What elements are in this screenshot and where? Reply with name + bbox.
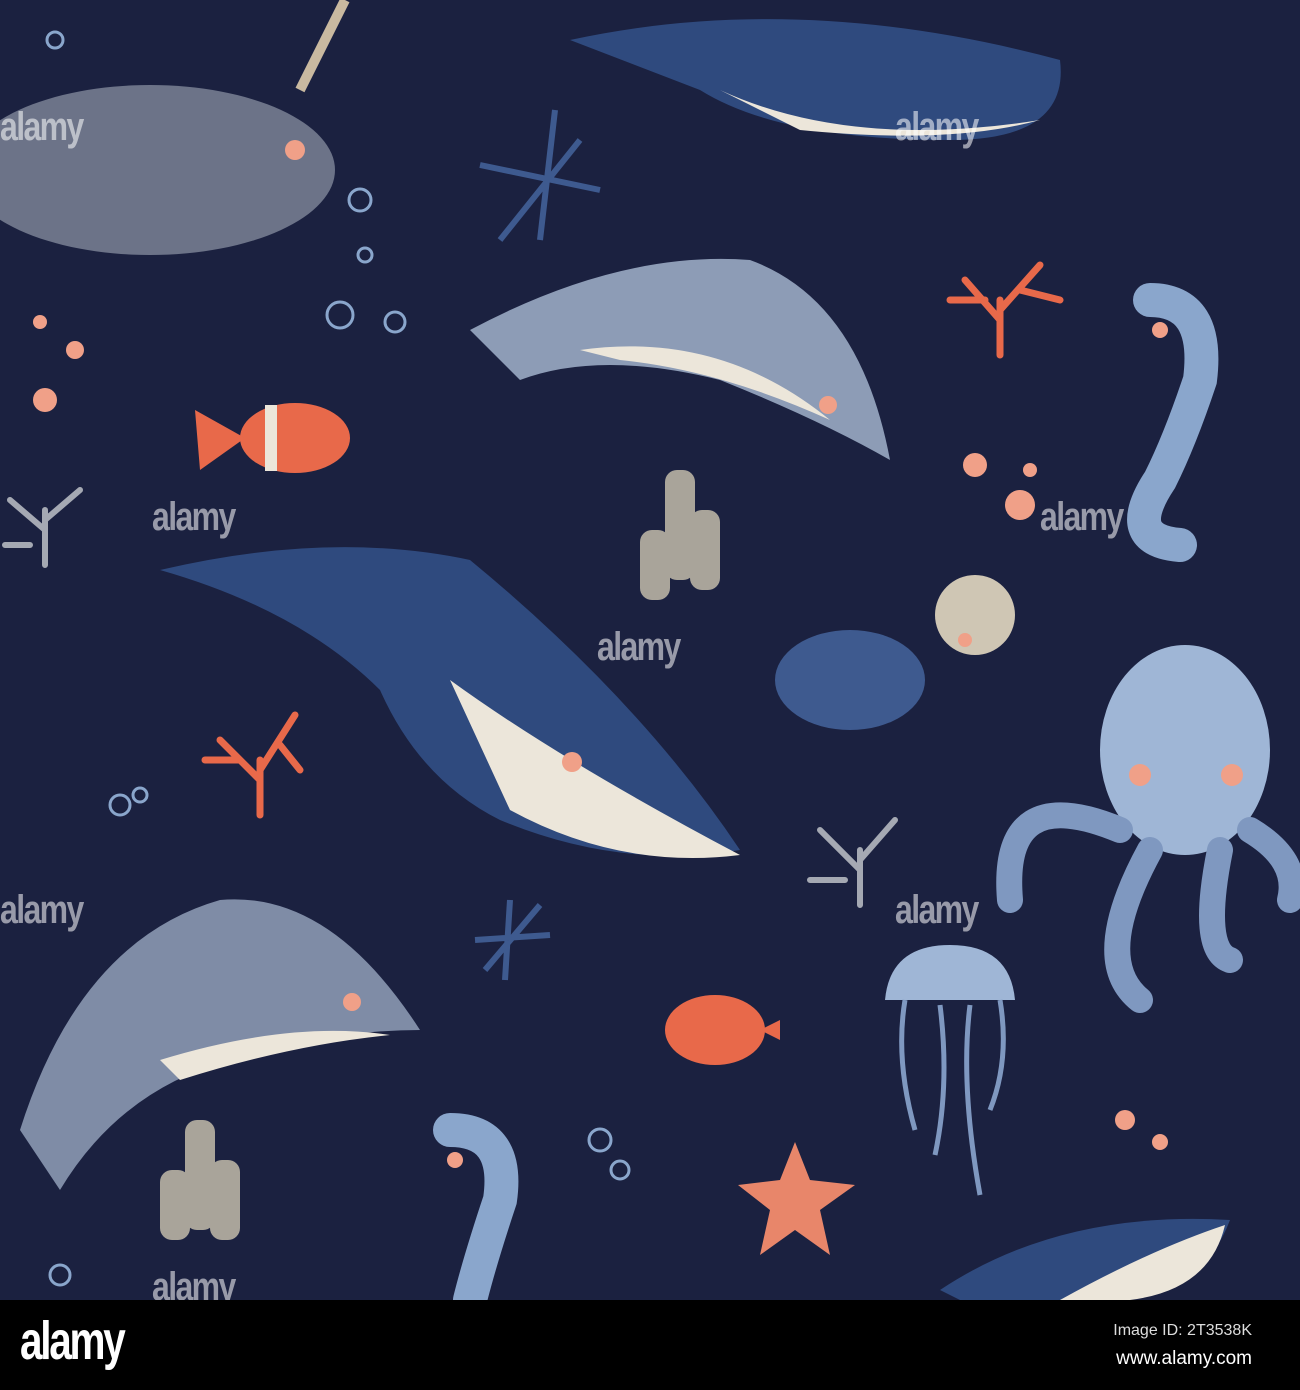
dolphin xyxy=(20,899,420,1190)
watermark: alamy xyxy=(152,495,236,539)
watermark: alamy xyxy=(152,1265,236,1300)
jellyfish xyxy=(885,945,1015,1196)
octopus xyxy=(996,645,1300,1013)
blue-whale-bottom xyxy=(940,1218,1230,1300)
watermark: alamy xyxy=(1040,495,1124,539)
sea-turtle xyxy=(775,575,1015,730)
watermark: alamy xyxy=(0,888,84,932)
watermark: alamy xyxy=(0,105,84,149)
watermark: alamy xyxy=(895,105,979,149)
butterfly-fish xyxy=(665,995,780,1065)
starfish xyxy=(474,109,601,981)
alamy-logo: alamy xyxy=(20,1311,126,1371)
blue-whale-top xyxy=(570,19,1061,140)
ocean-pattern-illustration: alamy alamy alamy alamy alamy alamy alam… xyxy=(0,0,1300,1300)
image-id: Image ID: 2T3538K xyxy=(1113,1322,1252,1339)
watermark: alamy xyxy=(895,888,979,932)
footer-bar: alamy Image ID: 2T3538K www.alamy.com xyxy=(0,1300,1300,1390)
seahorse xyxy=(1127,283,1219,562)
dolphin xyxy=(470,258,890,460)
watermark: alamy xyxy=(597,625,681,669)
orange-starfish xyxy=(738,1142,855,1255)
seahorse xyxy=(433,1113,519,1300)
clownfish xyxy=(195,403,350,473)
site-url: www.alamy.com xyxy=(1116,1348,1252,1369)
